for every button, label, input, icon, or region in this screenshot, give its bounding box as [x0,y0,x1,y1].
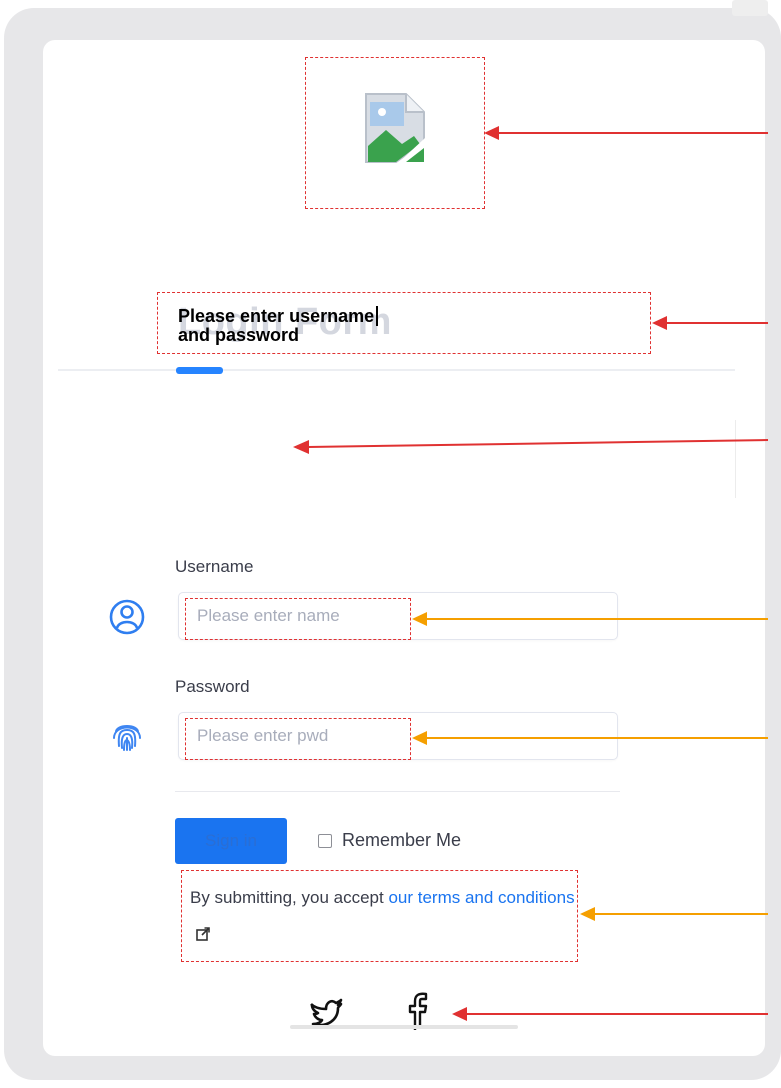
arrowhead-social [452,1007,467,1021]
arrowhead-tab-content [293,440,309,454]
annotation-arrows [293,126,769,1021]
arrow-tab-content [307,439,769,448]
arrowhead-password-placeholder [412,731,427,745]
arrowhead-logo [484,126,499,140]
arrowhead-heading [652,316,667,330]
arrowhead-username-placeholder [412,612,427,626]
arrowhead-terms [580,907,595,921]
